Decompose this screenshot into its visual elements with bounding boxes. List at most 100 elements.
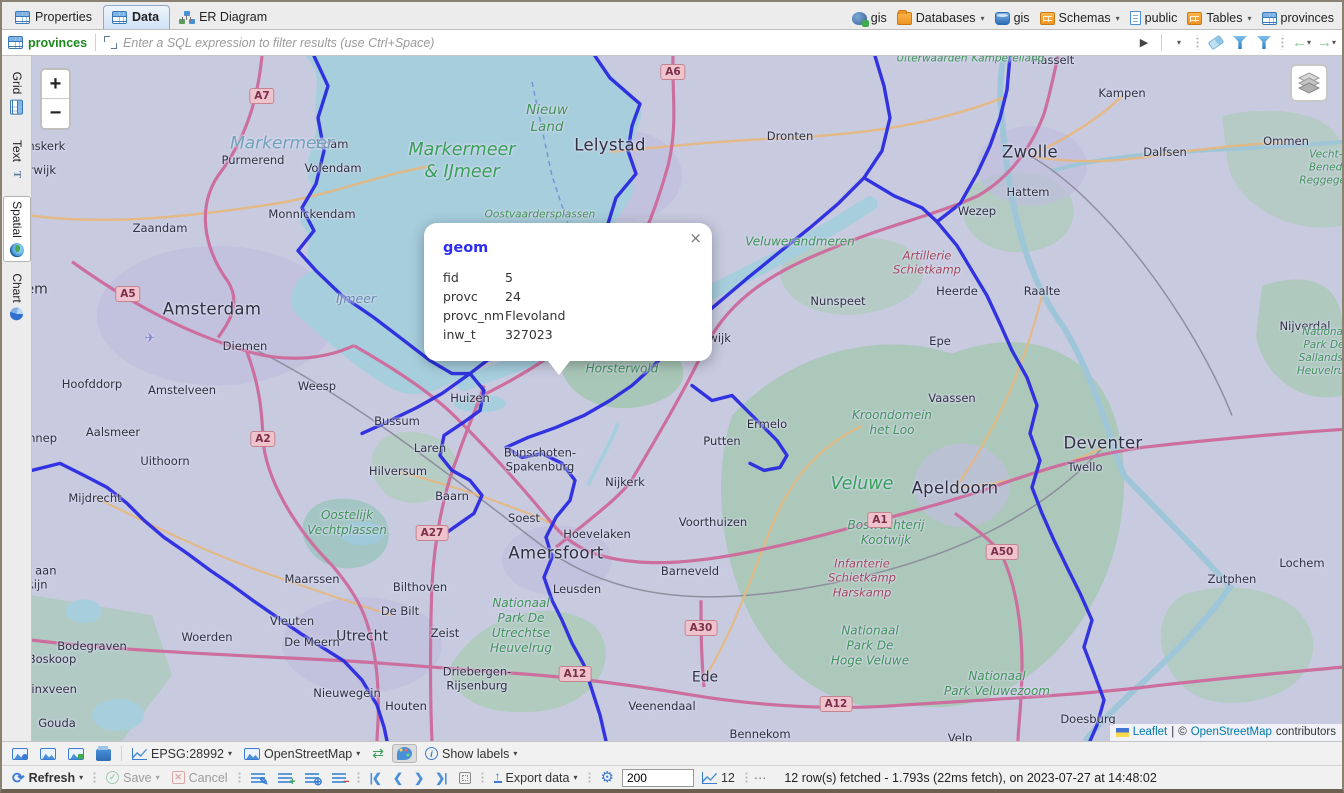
- popup-title[interactable]: geom: [443, 240, 693, 256]
- copy-map-icon: [12, 748, 28, 760]
- crs-selector[interactable]: EPSG:28992 ▾: [128, 745, 236, 763]
- postgres-icon: [852, 12, 867, 25]
- export-label: Export data: [506, 771, 570, 785]
- basemap-icon: [244, 748, 260, 760]
- segment-count: 12: [721, 771, 735, 785]
- layers-control[interactable]: [1290, 64, 1328, 102]
- er-diagram-icon: [179, 11, 194, 24]
- save-button[interactable]: ✓ Save ▾: [102, 769, 164, 787]
- clear-filter-button[interactable]: [1207, 33, 1225, 53]
- fetch-all-icon: [459, 772, 471, 784]
- back-button[interactable]: ←▾: [1292, 33, 1311, 53]
- refresh-label: Refresh: [29, 771, 76, 785]
- refresh-button[interactable]: ⟳ Refresh ▾: [8, 767, 87, 789]
- show-labels-button[interactable]: i Show labels ▾: [421, 745, 521, 763]
- popup-close-button[interactable]: ×: [689, 229, 702, 247]
- breadcrumb-gis[interactable]: gis: [995, 11, 1030, 25]
- breadcrumb-tables[interactable]: Tables ▾: [1187, 11, 1251, 25]
- grid-icon: [10, 99, 23, 114]
- breadcrumb: gis Databases ▾ gis Schemas ▾ public Tab…: [852, 11, 1342, 29]
- chevron-down-icon: ▾: [513, 749, 517, 758]
- arrow-left-icon: ←: [1292, 35, 1307, 50]
- save-filter-button[interactable]: [1231, 33, 1249, 53]
- tab-data[interactable]: Data: [103, 5, 170, 29]
- chevron-down-icon: ▾: [1307, 38, 1311, 47]
- fetch-size-input[interactable]: [622, 769, 694, 787]
- apply-filter-button[interactable]: ▶: [1135, 33, 1153, 53]
- swap-axes-icon: ⇄: [372, 745, 384, 762]
- zoom-out-button[interactable]: −: [42, 99, 69, 128]
- view-picture-button[interactable]: [36, 746, 60, 762]
- settings-button[interactable]: ⚙: [597, 768, 618, 787]
- folder-icon: [897, 12, 912, 25]
- breadcrumb-provinces[interactable]: provinces: [1262, 11, 1335, 25]
- expand-filter-icon[interactable]: [104, 36, 117, 49]
- save-picture-icon: [68, 748, 84, 760]
- popup-attribute-row: provc24: [443, 289, 693, 304]
- forward-button[interactable]: →▾: [1317, 33, 1336, 53]
- first-page-icon: |❮: [370, 771, 381, 785]
- custom-filter-button[interactable]: [1255, 33, 1273, 53]
- chevron-down-icon: ▾: [1247, 14, 1251, 23]
- editor-tabs: Properties Data ER Diagram: [6, 5, 278, 29]
- styling-button[interactable]: [392, 744, 417, 763]
- last-page-button[interactable]: ❯|: [431, 769, 450, 787]
- map-zoom-control: + −: [40, 68, 71, 130]
- copy-map-button[interactable]: [8, 746, 32, 762]
- popup-attribute-row: inw_t327023: [443, 327, 693, 342]
- zoom-in-button[interactable]: +: [42, 70, 69, 99]
- tab-er-diagram[interactable]: ER Diagram: [170, 5, 278, 29]
- more-icon[interactable]: ⋯: [754, 770, 767, 785]
- palette-icon: [397, 747, 412, 760]
- separator: [1281, 35, 1284, 50]
- chevron-down-icon: ▾: [228, 749, 232, 758]
- previous-page-button[interactable]: ❮: [389, 769, 406, 787]
- basemap-selector[interactable]: OpenStreetMap ▾: [240, 745, 364, 763]
- view-tab-text[interactable]: TextT: [3, 128, 31, 194]
- next-page-button[interactable]: ❯: [410, 769, 427, 787]
- breadcrumb-gis[interactable]: gis: [852, 11, 887, 25]
- osm-link[interactable]: OpenStreetMap: [1191, 726, 1272, 738]
- tab-properties[interactable]: Properties: [6, 5, 103, 29]
- spatial-map[interactable]: HeemskerkBeverwijkHaarlemZaandamPurmeren…: [32, 56, 1342, 741]
- filter-bar: provinces ▶ ▾ ←▾ →▾: [2, 30, 1342, 56]
- chevron-down-icon: ▾: [79, 773, 83, 782]
- duplicate-row-button[interactable]: ⊕: [301, 770, 324, 786]
- table-reference[interactable]: provinces: [8, 36, 87, 50]
- sql-filter-input[interactable]: [123, 36, 1129, 50]
- cancel-x-icon: ✕: [172, 771, 185, 784]
- map-toolbar: EPSG:28992 ▾ OpenStreetMap ▾ ⇄ i Show la…: [2, 741, 1342, 765]
- view-tab-grid[interactable]: Grid: [3, 60, 31, 126]
- breadcrumb-databases[interactable]: Databases ▾: [897, 11, 985, 25]
- edit-row-button[interactable]: ✎: [247, 770, 270, 786]
- view-tab-spatial[interactable]: Spatial: [3, 196, 31, 262]
- fetch-segment-button[interactable]: 12: [698, 769, 739, 787]
- first-page-button[interactable]: |❮: [366, 769, 385, 787]
- breadcrumb-public[interactable]: public: [1130, 11, 1178, 25]
- database-icon: [995, 12, 1010, 25]
- print-button[interactable]: [92, 745, 115, 763]
- last-page-icon: ❯|: [435, 771, 446, 785]
- status-bar: ⟳ Refresh ▾ ✓ Save ▾ ✕ Cancel ✎ + ⊕ − |❮…: [2, 765, 1342, 789]
- view-tab-chart[interactable]: Chart: [3, 264, 31, 330]
- fetch-all-button[interactable]: [455, 770, 475, 786]
- next-page-icon: ❯: [414, 771, 423, 785]
- cancel-button[interactable]: ✕ Cancel: [168, 769, 232, 787]
- add-row-button[interactable]: +: [274, 770, 297, 786]
- breadcrumb-schemas[interactable]: Schemas ▾: [1040, 11, 1120, 25]
- filter-history-dropdown[interactable]: ▾: [1170, 33, 1188, 53]
- leaflet-link[interactable]: Leaflet: [1133, 726, 1168, 738]
- properties-icon: [15, 11, 30, 24]
- map-attribution: Leaflet | © OpenStreetMap contributors: [1110, 724, 1342, 741]
- popup-attribute-rows: fid5 provc24 provc_nmFlevoland inw_t3270…: [443, 270, 693, 342]
- separator: [1161, 34, 1162, 51]
- flip-coordinates-button[interactable]: ⇄: [368, 743, 388, 764]
- export-data-button[interactable]: ↑ Export data ▾: [490, 769, 582, 787]
- refresh-icon: ⟳: [12, 769, 25, 787]
- save-picture-button[interactable]: [64, 746, 88, 762]
- chevron-down-icon: ▾: [1116, 14, 1120, 23]
- app-window: Properties Data ER Diagram gis Databases…: [0, 0, 1344, 793]
- arrow-right-icon: →: [1317, 35, 1332, 50]
- delete-row-button[interactable]: −: [328, 770, 351, 786]
- separator: [357, 771, 360, 784]
